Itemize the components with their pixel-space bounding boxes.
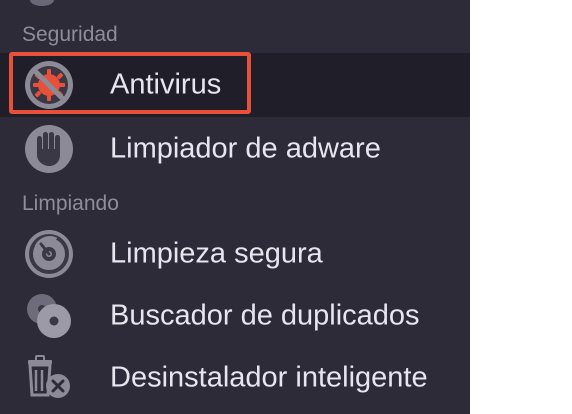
sidebar-item-secure-wipe[interactable]: Limpieza segura: [0, 222, 470, 286]
sidebar-item-label: Buscador de duplicados: [110, 299, 420, 332]
sidebar: Seguridad Antivirus Limpiador de adware …: [0, 0, 470, 414]
sidebar-item-label: Limpiador de adware: [110, 132, 381, 165]
sidebar-item-duplicates-finder[interactable]: Buscador de duplicados: [0, 284, 470, 348]
sidebar-item-label: Antivirus: [110, 68, 222, 101]
sidebar-item-antivirus[interactable]: Antivirus: [0, 53, 470, 117]
antivirus-icon: [22, 58, 76, 112]
duplicates-icon: [22, 289, 76, 343]
secure-wipe-icon: [22, 227, 76, 281]
sidebar-item-label: Limpieza segura: [110, 237, 323, 270]
partial-icon: [30, 0, 54, 6]
section-header-security: Seguridad: [22, 23, 118, 46]
sidebar-item-label: Desinstalador inteligente: [110, 361, 428, 394]
section-header-cleaning: Limpiando: [22, 192, 119, 215]
sidebar-item-adware-cleaner[interactable]: Limpiador de adware: [0, 117, 470, 181]
hand-stop-icon: [22, 122, 76, 176]
sidebar-item-smart-uninstaller[interactable]: Desinstalador inteligente: [0, 346, 470, 410]
trash-uninstall-icon: [22, 351, 76, 405]
